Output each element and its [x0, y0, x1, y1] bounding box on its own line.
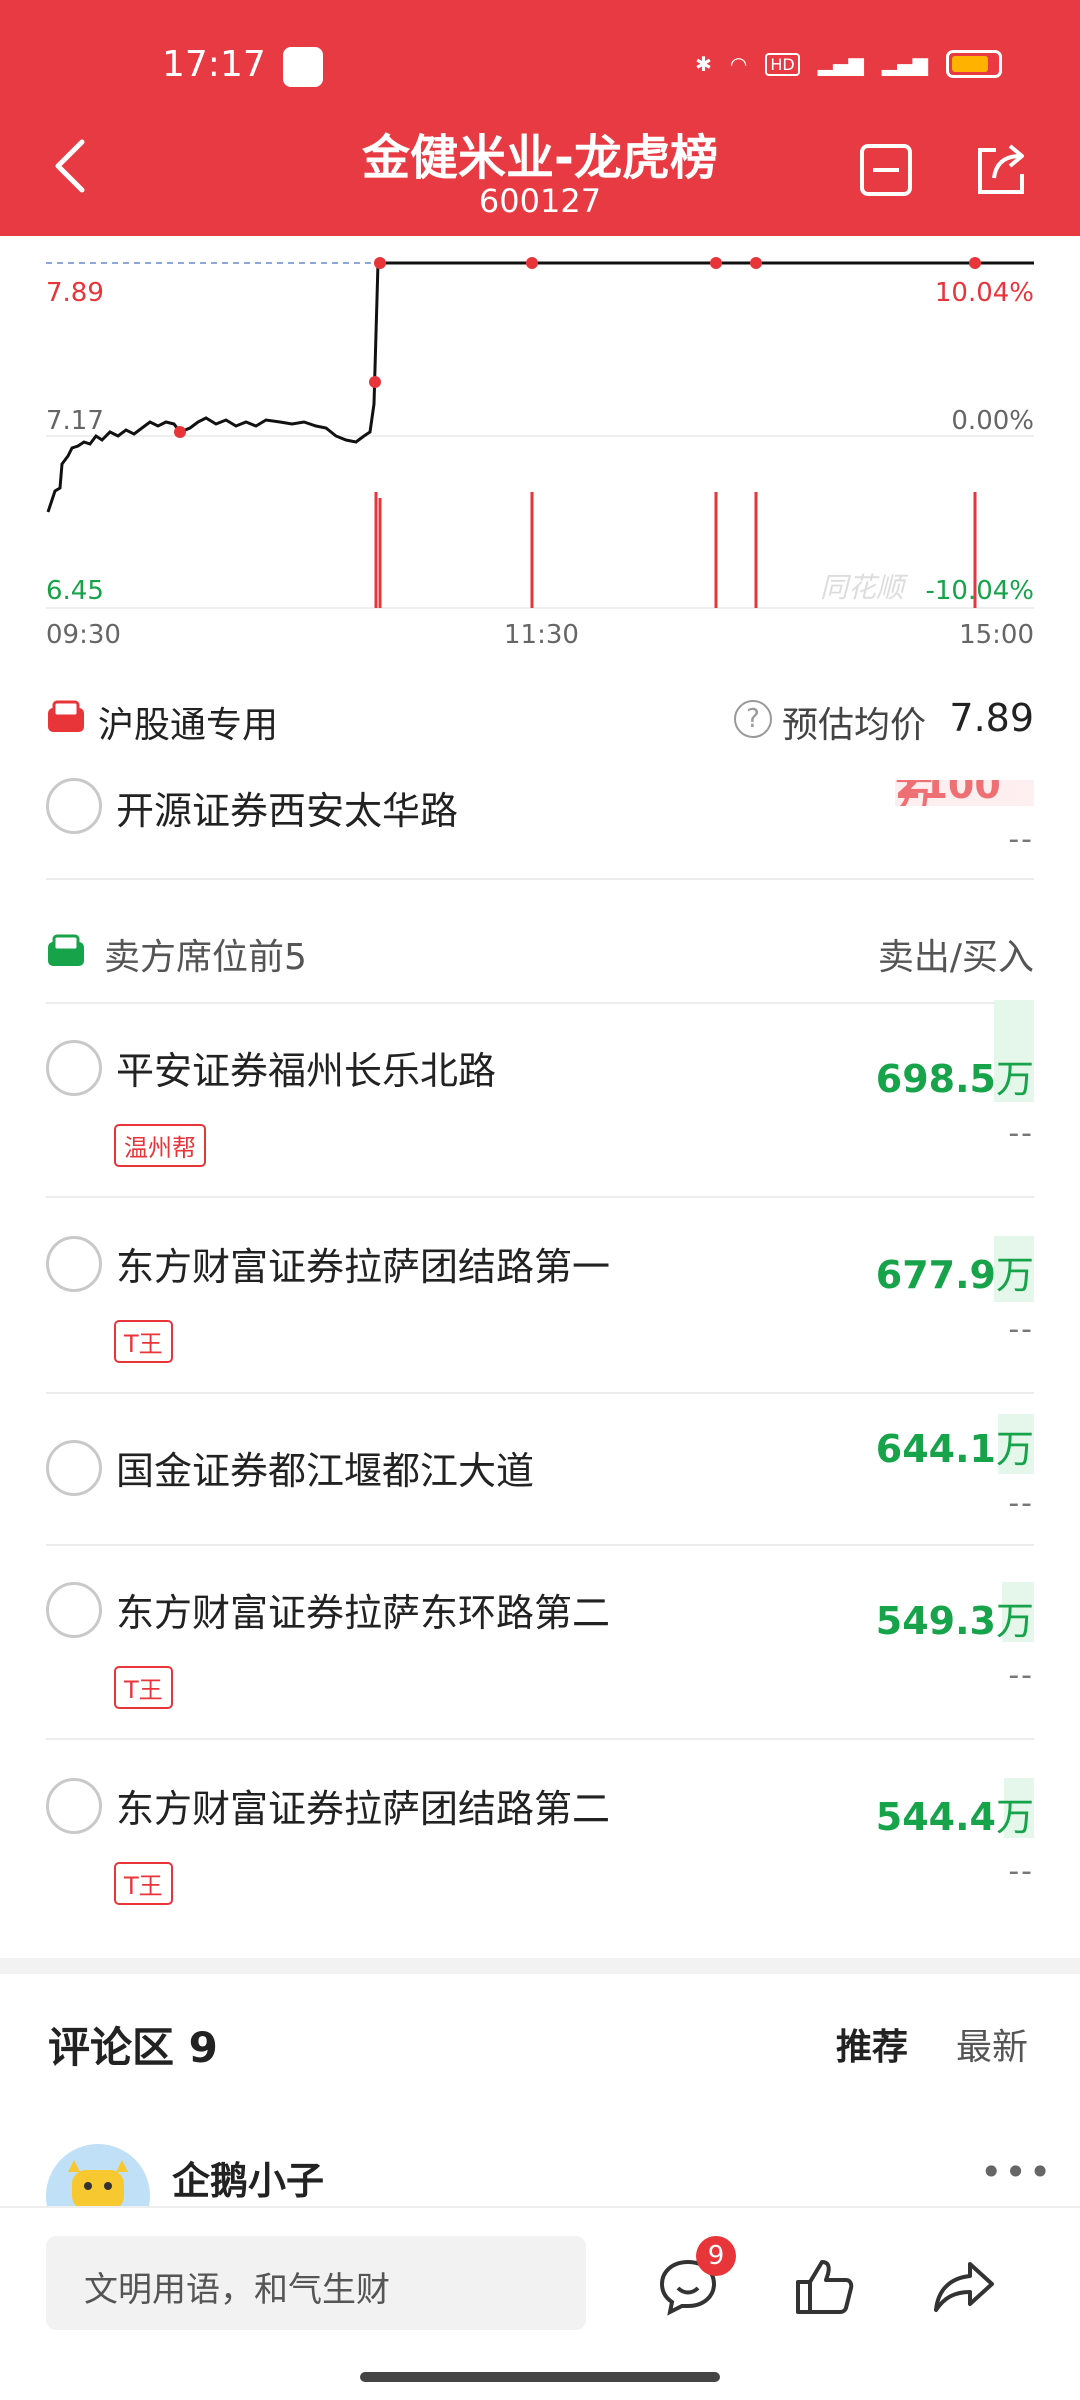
sofa-red-icon	[46, 700, 86, 738]
marker-dot	[174, 426, 186, 438]
page-title: 金健米业-龙虎榜	[362, 130, 718, 186]
status-icons: ✱ ◠ HD ▂▄▆ ▂▄▆	[695, 50, 1002, 78]
header-bar: 17:17 ✱ ◠ HD ▂▄▆ ▂▄▆ 金健米业-龙虎榜 600127	[0, 0, 1080, 236]
bluetooth-icon: ✱	[695, 52, 712, 76]
help-icon[interactable]: ?	[734, 700, 772, 738]
select-circle[interactable]	[46, 1040, 102, 1096]
estimate-label: 预估均价	[782, 705, 927, 746]
marker-dot	[710, 257, 722, 269]
buy-amount: --	[1008, 1312, 1034, 1347]
sell-amount: 644.1万	[875, 1427, 1034, 1471]
divider	[46, 1392, 1034, 1394]
collapse-icon[interactable]	[858, 142, 914, 198]
select-circle[interactable]	[46, 1582, 102, 1638]
battery-icon	[946, 50, 1002, 78]
time-label-start: 09:30	[46, 620, 121, 650]
sell-amount: 549.3万	[875, 1599, 1034, 1643]
pct-mid-label: 0.00%	[951, 406, 1034, 436]
app-notification-icon	[283, 47, 323, 87]
sell-buy-label: 卖出/买入	[877, 937, 1034, 978]
watermark: 同花顺	[820, 571, 905, 604]
intraday-chart[interactable]: 7.89 7.17 6.45 10.04% 0.00% -10.04% 同花顺 …	[0, 236, 1080, 666]
comment-badge: 9	[696, 2236, 736, 2276]
estimate-value: 7.89	[949, 696, 1034, 740]
partial-value: 2100万	[895, 780, 1034, 806]
sell-amount: 544.4万	[875, 1795, 1034, 1839]
broker-name: 平安证券福州长乐北路	[116, 1049, 497, 1093]
sell-amount: 698.5万	[875, 1057, 1034, 1101]
wifi-icon: ◠	[729, 52, 748, 76]
select-circle[interactable]	[46, 1440, 102, 1496]
broker-name: 东方财富证券拉萨东环路第二	[116, 1591, 611, 1635]
broker-name: 东方财富证券拉萨团结路第二	[116, 1787, 611, 1831]
like-icon[interactable]	[794, 2258, 856, 2316]
hsgt-label: 沪股通专用	[98, 705, 279, 746]
time-label-end: 15:00	[959, 620, 1034, 650]
avatar[interactable]	[46, 2144, 150, 2206]
broker-name: 东方财富证券拉萨团结路第一	[116, 1245, 611, 1289]
comments-title: 评论区 9	[48, 2023, 218, 2072]
comments-count: 9	[188, 2023, 218, 2072]
stock-code: 600127	[478, 182, 602, 220]
select-circle[interactable]	[46, 1236, 102, 1292]
share-icon[interactable]	[972, 142, 1028, 198]
status-time: 17:17	[162, 44, 266, 85]
broker-name: 国金证券都江堰都江大道	[116, 1449, 535, 1493]
broker-tag: T王	[114, 1666, 173, 1709]
comment-username[interactable]: 企鹅小子	[172, 2150, 324, 2205]
time-label-mid: 11:30	[504, 620, 579, 650]
signal-icon-1: ▂▄▆	[817, 52, 864, 76]
price-line	[46, 261, 1034, 513]
marker-dot	[369, 376, 381, 388]
chart-canvas	[46, 257, 1034, 609]
select-circle[interactable]	[46, 1778, 102, 1834]
pct-high-label: 10.04%	[934, 278, 1034, 308]
buy-amount: --	[1008, 1486, 1034, 1521]
broker-name: 开源证券西安太华路	[116, 789, 459, 833]
share-forward-icon[interactable]	[932, 2260, 996, 2314]
broker-tag: T王	[114, 1862, 173, 1905]
tab-latest[interactable]: 最新	[956, 2018, 1028, 2070]
broker-tag: 温州帮	[114, 1124, 206, 1167]
price-mid-label: 7.17	[46, 406, 104, 436]
marker-dot	[374, 257, 386, 269]
divider	[46, 1196, 1034, 1198]
home-indicator[interactable]	[360, 2372, 720, 2382]
partial-dash: --	[1008, 822, 1034, 857]
select-circle[interactable]	[46, 778, 102, 834]
marker-dot	[969, 257, 981, 269]
price-low-label: 6.45	[46, 576, 104, 606]
sell-amount: 677.9万	[875, 1253, 1034, 1297]
comment-input[interactable]: 文明用语，和气生财	[46, 2236, 586, 2330]
divider	[46, 878, 1034, 880]
price-high-label: 7.89	[46, 278, 104, 308]
divider	[46, 1544, 1034, 1546]
broker-tag: T王	[114, 1320, 173, 1363]
buy-amount: --	[1008, 1116, 1034, 1151]
bottom-bar: 文明用语，和气生财 9	[0, 2206, 1080, 2400]
pct-low-label: -10.04%	[925, 576, 1034, 606]
buy-amount: --	[1008, 1854, 1034, 1889]
divider	[46, 1002, 1034, 1004]
signal-icon-2: ▂▄▆	[881, 52, 928, 76]
section-separator	[0, 1958, 1080, 1974]
tab-recommend[interactable]: 推荐	[836, 2018, 908, 2070]
buy-amount: --	[1008, 1658, 1034, 1693]
sofa-green-icon	[46, 934, 86, 972]
sell-section-title: 卖方席位前5	[104, 937, 307, 978]
marker-dot	[750, 257, 762, 269]
more-icon[interactable]: •••	[980, 2150, 1053, 2194]
hd-icon: HD	[765, 52, 800, 76]
marker-dot	[526, 257, 538, 269]
divider	[46, 1738, 1034, 1740]
